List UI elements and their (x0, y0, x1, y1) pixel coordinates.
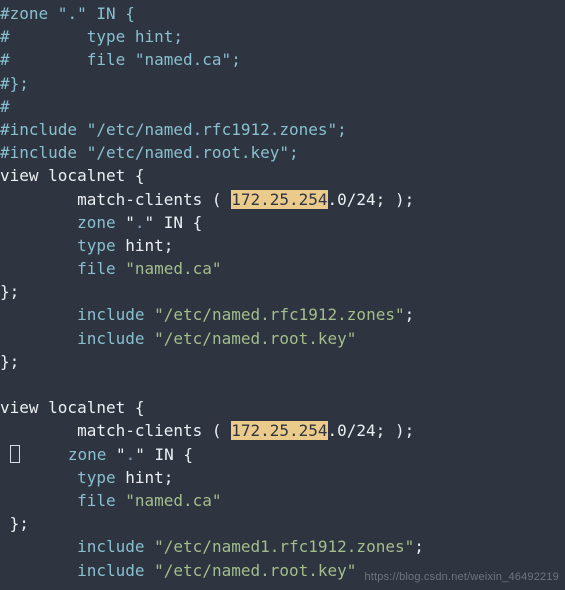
search-highlight: 172.25.254 (231, 421, 327, 440)
code-line: view localnet { (0, 166, 145, 185)
code-line: zone "." IN { (0, 445, 193, 464)
code-line: include "/etc/named1.rfc1912.zones"; (0, 537, 424, 556)
code-line: #include "/etc/named.root.key"; (0, 143, 299, 162)
code-line: }; (0, 514, 29, 533)
code-line: #include "/etc/named.rfc1912.zones"; (0, 120, 347, 139)
code-line: }; (0, 282, 19, 301)
code-line: type hint; (0, 468, 173, 487)
code-line: file "named.ca" (0, 491, 222, 510)
watermark-text: https://blog.csdn.net/weixin_46492219 (364, 570, 559, 586)
code-line: #}; (0, 74, 29, 93)
code-line: file "named.ca" (0, 259, 222, 278)
code-line: match-clients ( 172.25.254.0/24; ); (0, 421, 414, 440)
code-line: # file "named.ca"; (0, 50, 241, 69)
code-line: # type hint; (0, 27, 183, 46)
code-line: zone "." IN { (0, 213, 202, 232)
code-line: view localnet { (0, 398, 145, 417)
search-highlight: 172.25.254 (231, 190, 327, 209)
code-line: }; (0, 352, 19, 371)
code-editor[interactable]: #zone "." IN { # type hint; # file "name… (0, 0, 565, 582)
code-line: match-clients ( 172.25.254.0/24; ); (0, 190, 414, 209)
code-line: include "/etc/named.rfc1912.zones"; (0, 305, 414, 324)
cursor-icon (10, 445, 20, 463)
code-line: # (0, 97, 10, 116)
code-line: include "/etc/named.root.key" (0, 329, 356, 348)
code-line: #zone "." IN { (0, 4, 135, 23)
code-line: include "/etc/named.root.key" (0, 561, 356, 580)
code-line: type hint; (0, 236, 173, 255)
